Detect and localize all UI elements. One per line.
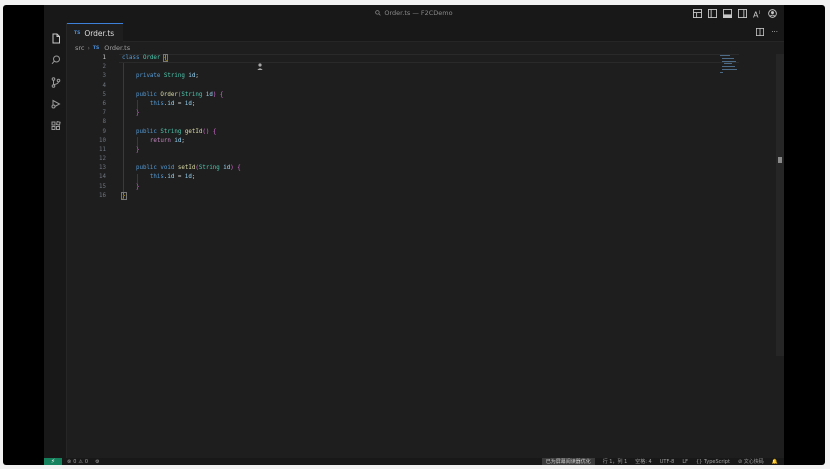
tab-label: Order.ts xyxy=(84,28,115,38)
line-number: 13 xyxy=(99,165,106,172)
files-icon xyxy=(52,33,60,43)
toggle-secondary-sidebar-icon[interactable] xyxy=(737,8,748,19)
line-number: 5 xyxy=(102,91,107,98)
ai-translate-icon[interactable]: Ai xyxy=(752,8,763,19)
line-number: 4 xyxy=(102,82,107,89)
search-button[interactable] xyxy=(44,49,67,71)
end-of-line[interactable]: LF xyxy=(682,459,688,465)
screen: Order.ts — F2CDemo Ai TS Order.ts ··· sr… xyxy=(3,5,825,465)
tab-order-ts[interactable]: TS Order.ts xyxy=(67,23,124,42)
error-icon: ⊗ xyxy=(67,458,72,465)
svg-text:i: i xyxy=(759,10,760,16)
ports-icon[interactable]: ⚙ xyxy=(95,459,99,465)
extensions-icon xyxy=(51,121,61,130)
tab-bar: TS Order.ts ··· xyxy=(67,23,784,42)
toggle-panel-icon[interactable] xyxy=(722,8,733,19)
search-icon xyxy=(375,10,382,16)
typescript-file-icon: TS xyxy=(92,45,100,51)
breadcrumb: src › TS Order.ts xyxy=(67,42,130,54)
line-number: 2 xyxy=(102,64,107,71)
account-icon[interactable] xyxy=(767,8,778,19)
split-editor-icon[interactable] xyxy=(756,28,765,36)
toggle-primary-sidebar-icon[interactable] xyxy=(707,8,718,19)
remote-indicator[interactable]: ⚡ xyxy=(44,458,62,465)
line-number: 1 xyxy=(102,55,107,61)
window-title: Order.ts — F2CDemo xyxy=(384,9,453,17)
problems-indicator[interactable]: ⊗ 0 ⚠ 0 ⚙ xyxy=(67,458,100,465)
breadcrumb-folder[interactable]: src xyxy=(75,44,85,52)
run-debug-button[interactable] xyxy=(44,93,67,115)
command-center[interactable]: Order.ts — F2CDemo xyxy=(44,9,784,17)
line-number: 14 xyxy=(99,174,106,181)
breadcrumb-file[interactable]: Order.ts xyxy=(104,44,130,52)
line-number: 10 xyxy=(99,137,106,144)
screen-reader-status[interactable]: 已为屏幕阅读器优化 xyxy=(541,458,595,465)
error-count: 0 xyxy=(73,458,77,465)
collaborator-avatar-icon[interactable] xyxy=(257,55,263,74)
vscode-window: Order.ts — F2CDemo Ai TS Order.ts ··· sr… xyxy=(44,5,784,465)
typescript-file-icon: TS xyxy=(74,30,81,36)
line-number: 12 xyxy=(99,156,106,163)
line-number: 3 xyxy=(102,73,107,80)
line-number: 8 xyxy=(102,119,107,126)
status-bar: ⚡ ⊗ 0 ⚠ 0 ⚙ 已为屏幕阅读器优化 行 1，列 1 空格: 4 UTF-… xyxy=(44,458,784,465)
line-number: 6 xyxy=(102,100,107,107)
assistant-status[interactable]: ⊘ 文心快码 xyxy=(738,458,764,465)
remote-icon: ⚡ xyxy=(50,458,56,465)
assistant-icon: ⊘ xyxy=(737,459,743,465)
source-control-button[interactable] xyxy=(44,71,67,93)
more-actions-icon[interactable]: ··· xyxy=(771,28,778,36)
line-number: 15 xyxy=(99,183,106,190)
activity-bar xyxy=(44,23,67,458)
line-number: 11 xyxy=(99,146,106,153)
chevron-right-icon: › xyxy=(87,44,90,52)
run-debug-icon xyxy=(51,99,61,109)
line-number: 7 xyxy=(102,110,107,117)
warning-count: 0 xyxy=(84,458,89,465)
code-editor[interactable]: 1 2 3 4 5 6 7 8 9 10 11 12 13 14 15 16 class Order { pr… xyxy=(67,54,784,458)
line-number: 16 xyxy=(99,192,106,199)
scrollbar-cursor-marker xyxy=(778,157,782,163)
braces-icon: {} xyxy=(695,458,703,465)
notifications-bell-icon[interactable]: 🔔 xyxy=(772,459,778,465)
extensions-button[interactable] xyxy=(44,115,67,137)
indentation[interactable]: 空格: 4 xyxy=(635,458,651,465)
explorer-button[interactable] xyxy=(44,27,67,49)
encoding[interactable]: UTF-8 xyxy=(660,459,675,465)
vertical-scrollbar[interactable] xyxy=(776,54,784,356)
line-number: 9 xyxy=(102,128,107,135)
search-icon xyxy=(51,55,60,65)
source-control-icon xyxy=(51,76,60,88)
warning-icon: ⚠ xyxy=(78,458,83,465)
line-number-gutter: 1 2 3 4 5 6 7 8 9 10 11 12 13 14 15 16 xyxy=(67,54,109,201)
minimap[interactable] xyxy=(720,54,760,74)
language-mode[interactable]: {} TypeScript xyxy=(696,459,730,465)
cursor-position[interactable]: 行 1，列 1 xyxy=(603,458,628,465)
code-text: class Order { private String id; public … xyxy=(121,54,241,200)
customize-layout-icon[interactable] xyxy=(692,8,703,19)
title-bar: Order.ts — F2CDemo Ai xyxy=(44,5,784,23)
